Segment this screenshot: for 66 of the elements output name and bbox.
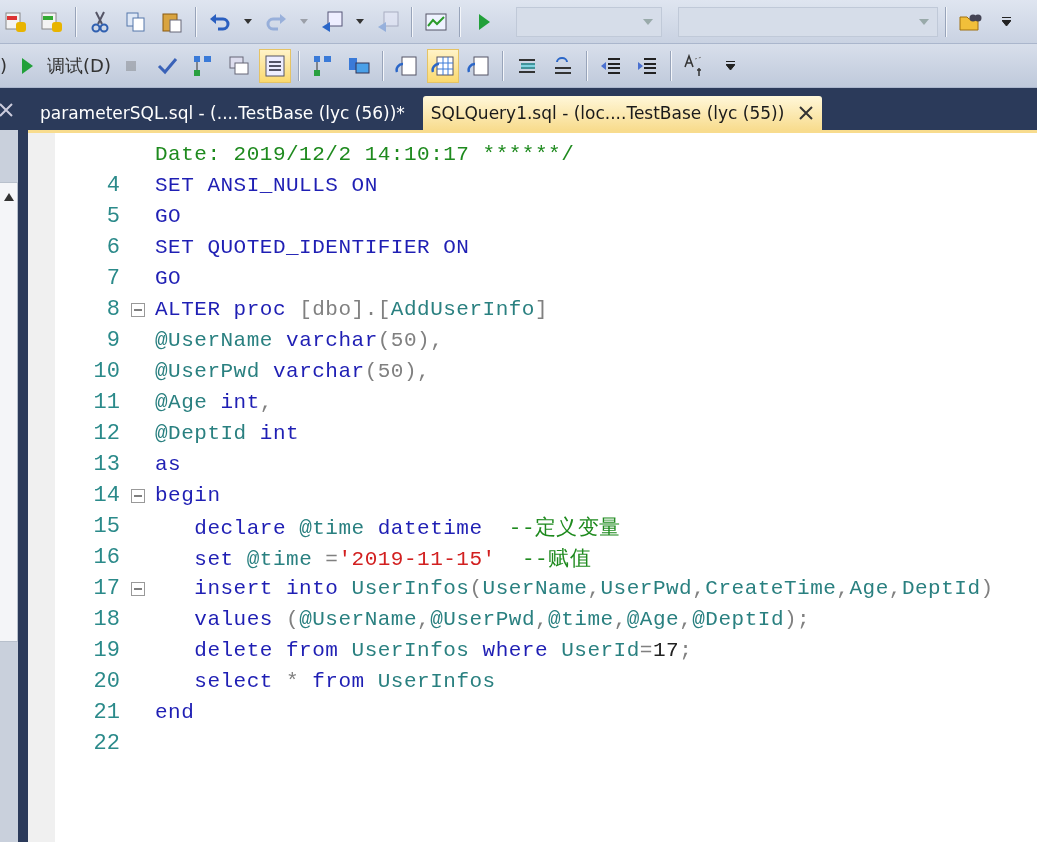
code-line: GO — [155, 267, 182, 290]
line-number: 12 — [92, 421, 120, 446]
line-number: 10 — [92, 359, 120, 384]
collapse-icon[interactable] — [130, 488, 145, 503]
code-line: values (@UserName,@UserPwd,@time,@Age,@DeptId); — [193, 608, 811, 631]
toolbar-label[interactable]: 调试(D) — [47, 53, 111, 78]
code-line: @DeptId int — [155, 422, 300, 445]
line-number: 8 — [105, 297, 120, 322]
line-number: 16 — [92, 545, 120, 570]
line-number: 17 — [92, 576, 120, 601]
line-number: 14 — [92, 483, 120, 508]
overflow-icon — [1001, 17, 1011, 26]
line-number: 13 — [92, 452, 120, 477]
grid-arrow-icon — [430, 53, 455, 78]
toolbar-button[interactable] — [258, 48, 291, 83]
line-number: 11 — [92, 390, 120, 415]
line-number: 9 — [105, 328, 120, 353]
line-number: 18 — [92, 607, 120, 632]
code-editor[interactable] — [28, 130, 1037, 842]
dropdown-arrow-icon — [643, 18, 653, 25]
copy-icon — [124, 9, 148, 34]
line-number: 15 — [92, 514, 120, 539]
results-list-icon — [262, 53, 287, 78]
code-line: insert into UserInfos(UserName,UserPwd,CreateTime,Age,DeptId) — [193, 577, 994, 600]
collapse-icon[interactable] — [130, 581, 145, 596]
code-line: GO — [155, 205, 182, 228]
code-line: declare @time datetime --定义变量 — [193, 515, 621, 541]
line-number: 22 — [92, 731, 120, 756]
collapse-icon[interactable] — [130, 302, 145, 317]
document-arrow-icon — [466, 53, 491, 78]
dropdown-arrow-icon — [356, 19, 364, 24]
document-arrow-icon — [394, 53, 419, 78]
code-line: ALTER proc [dbo].[AddUserInfo] — [155, 298, 549, 321]
code-line: SET ANSI_NULLS ON — [155, 174, 378, 197]
document-tab[interactable]: SQLQuery1.sql - (loc....TestBase (lyc (55)) — [422, 96, 823, 130]
dropdown-arrow-icon — [919, 18, 929, 25]
window-arrow-icon — [376, 9, 400, 34]
code-line: end — [155, 701, 195, 724]
overflow-icon — [726, 61, 736, 70]
dropdown-arrow-icon — [300, 19, 308, 24]
window-arrow-icon — [320, 9, 344, 34]
code-line: SET QUOTED_IDENTIFIER ON — [155, 236, 470, 259]
toolbar-label[interactable]: ) — [0, 55, 8, 76]
dropdown-arrow-icon — [244, 19, 252, 24]
code-line: Date: 2019/12/2 14:10:17 ******/ — [155, 143, 575, 166]
document-tab[interactable]: parameterSQL.sql - (....TestBase (lyc (56))* — [32, 96, 413, 130]
code-line: @Age int, — [155, 391, 273, 414]
line-number: 19 — [92, 638, 120, 663]
line-number: 21 — [92, 700, 120, 725]
scroll-up-icon[interactable] — [3, 193, 14, 201]
line-number: 7 — [105, 266, 120, 291]
close-icon[interactable] — [798, 105, 815, 121]
code-line: @UserPwd varchar(50), — [155, 360, 431, 383]
code-line: set @time ='2019-11-15' --赋值 — [193, 546, 592, 572]
windows-icon — [226, 53, 251, 78]
code-line: select * from UserInfos — [193, 670, 496, 693]
line-number: 6 — [105, 235, 120, 260]
line-number: 20 — [92, 669, 120, 694]
line-number: 4 — [105, 173, 120, 198]
code-line: @UserName varchar(50), — [155, 329, 444, 352]
code-line: as — [155, 453, 182, 476]
database-script-icon — [4, 9, 28, 34]
database-script-icon — [40, 9, 64, 34]
line-number: 5 — [105, 204, 120, 229]
code-line: begin — [155, 484, 221, 507]
code-line: delete from UserInfos where UserId=17; — [193, 639, 693, 662]
